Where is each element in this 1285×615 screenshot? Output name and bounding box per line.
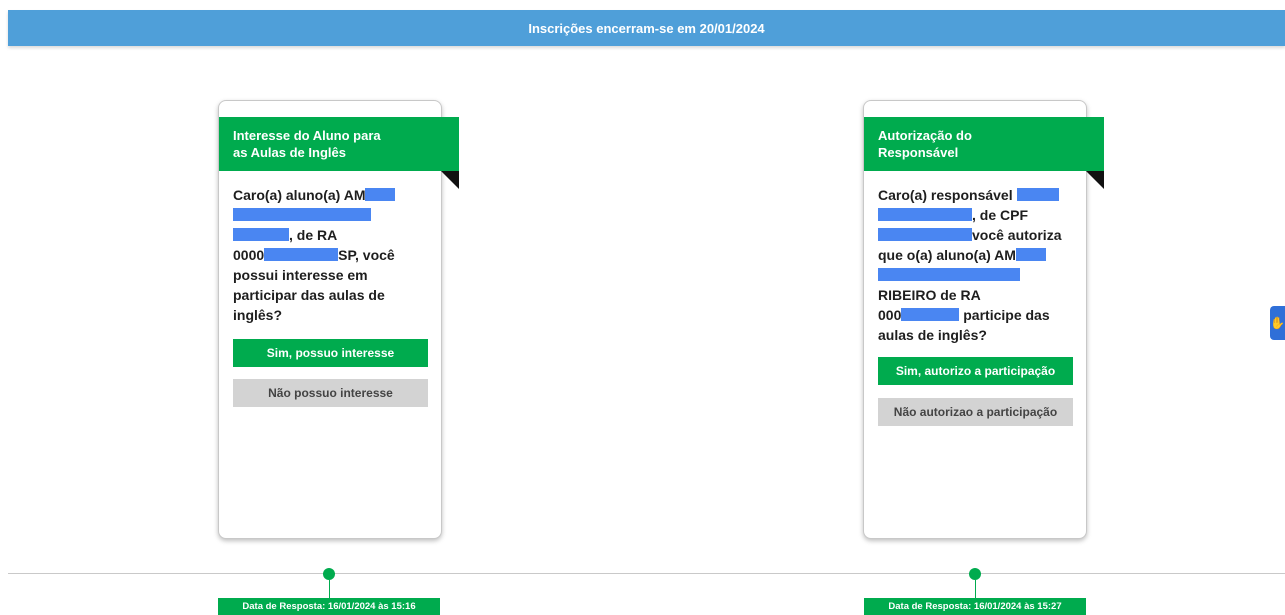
- question-text: , de CPF: [972, 207, 1029, 223]
- deadline-text: Inscrições encerram-se em 20/01/2024: [528, 20, 765, 36]
- no-interest-button[interactable]: Não possuo interesse: [233, 379, 428, 407]
- card-title-line-1: Autorização do: [878, 128, 972, 143]
- header-fold-decoration: [441, 171, 459, 189]
- student-interest-card: Interesse do Aluno para as Aulas de Ingl…: [218, 100, 459, 539]
- question-text: Caro(a) aluno(a) AM: [233, 187, 366, 203]
- redacted-block: [878, 268, 1020, 281]
- timeline-dot: [323, 568, 335, 580]
- response-date-tag: Data de Resposta: 16/01/2024 às 15:27: [864, 598, 1086, 615]
- question-text: aulas de inglês?: [878, 327, 987, 343]
- timeline-dot: [969, 568, 981, 580]
- no-authorize-button[interactable]: Não autorizao a participação: [878, 398, 1073, 426]
- question-text: você autoriza: [972, 227, 1062, 243]
- question-text: RIBEIRO de RA: [878, 287, 981, 303]
- card-header: Autorização do Responsável: [864, 117, 1104, 171]
- card-title-line-2: Responsável: [878, 145, 959, 160]
- redacted-block: [878, 228, 972, 241]
- question-text: possui interesse em: [233, 267, 368, 283]
- response-date-text: Data de Resposta: 16/01/2024 às 15:27: [888, 601, 1062, 612]
- redacted-block: [264, 248, 339, 261]
- question-text: inglês?: [233, 307, 283, 323]
- timeline-stem: [329, 580, 330, 598]
- hand-sign-language-icon: ✋: [1270, 316, 1285, 330]
- card-title-line-2: as Aulas de Inglês: [233, 145, 346, 160]
- yes-authorize-button[interactable]: Sim, autorizo a participação: [878, 357, 1073, 385]
- header-fold-decoration: [1086, 171, 1104, 189]
- timeline-stem: [975, 580, 976, 598]
- question-text: participe das: [963, 307, 1050, 323]
- redacted-block: [878, 208, 972, 221]
- card-title-line-1: Interesse do Aluno para: [233, 128, 381, 143]
- timeline-line: [8, 573, 1285, 574]
- redacted-block: [901, 308, 960, 321]
- question-text: SP, você: [338, 247, 395, 263]
- page: Inscrições encerram-se em 20/01/2024 Int…: [0, 0, 1285, 615]
- response-date-text: Data de Resposta: 16/01/2024 às 15:16: [242, 601, 416, 612]
- redacted-block: [365, 188, 396, 201]
- guardian-authorization-card: Autorização do Responsável Caro(a) respo…: [863, 100, 1104, 539]
- redacted-block: [1015, 248, 1046, 261]
- question-text: Caro(a) responsável: [878, 187, 1013, 203]
- card-question: Caro(a) responsável , de CPF você autori…: [878, 185, 1078, 345]
- response-date-tag: Data de Resposta: 16/01/2024 às 15:16: [218, 598, 440, 615]
- card-header: Interesse do Aluno para as Aulas de Ingl…: [219, 117, 459, 171]
- question-text: , de RA: [289, 227, 338, 243]
- redacted-block: [233, 228, 289, 241]
- question-text: 000: [878, 307, 902, 323]
- card-question: Caro(a) aluno(a) AM , de RA 0000 SP, você…: [233, 185, 433, 325]
- deadline-banner: Inscrições encerram-se em 20/01/2024: [8, 10, 1285, 46]
- question-text: que o(a) aluno(a) AM: [878, 247, 1016, 263]
- question-text: 0000: [233, 247, 265, 263]
- redacted-block: [1016, 188, 1059, 201]
- accessibility-widget-button[interactable]: ✋: [1270, 306, 1285, 340]
- redacted-block: [233, 208, 371, 221]
- yes-interest-button[interactable]: Sim, possuo interesse: [233, 339, 428, 367]
- question-text: participar das aulas de: [233, 287, 385, 303]
